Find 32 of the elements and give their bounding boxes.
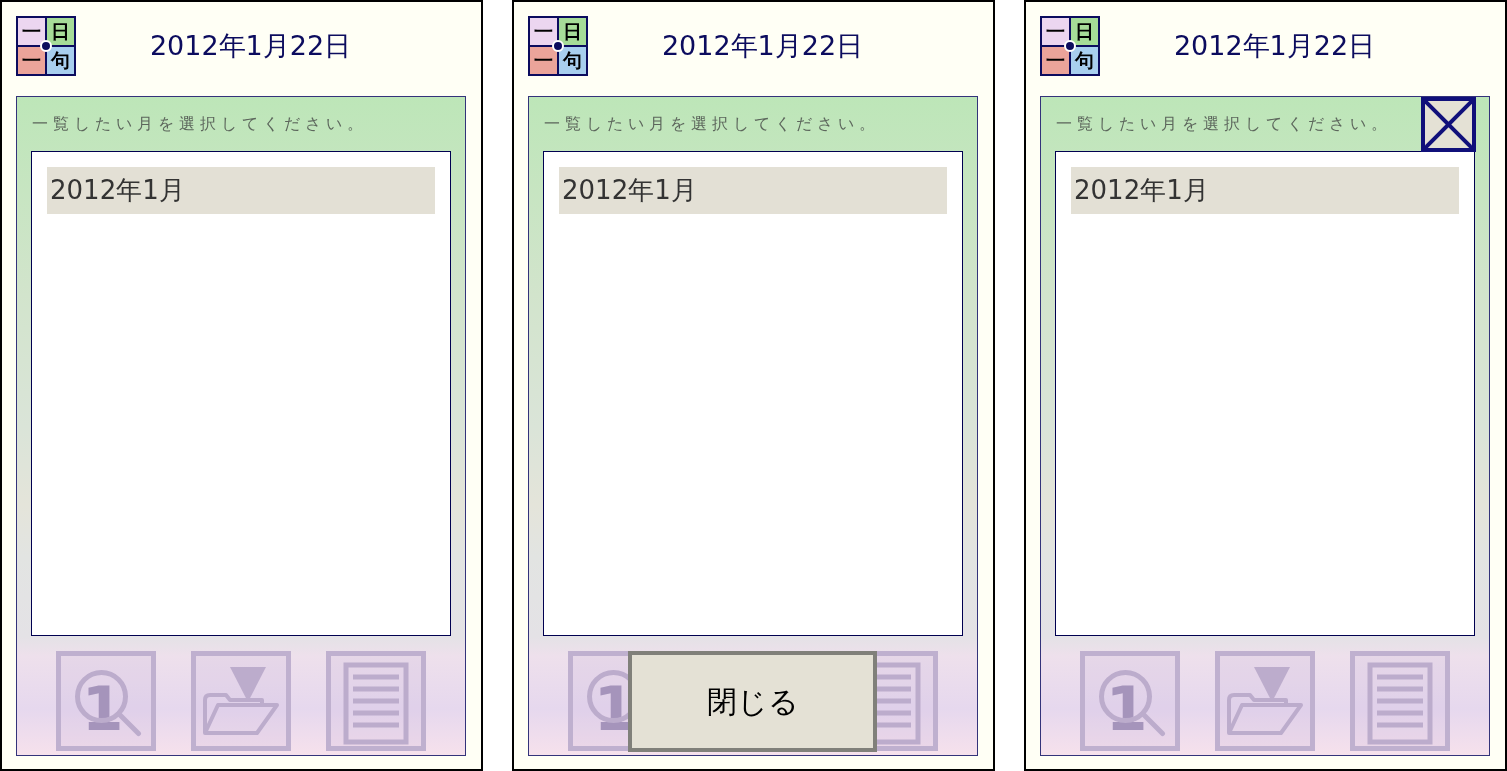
logo-character: 一 [1042, 47, 1069, 74]
logo-character: 一 [1042, 18, 1069, 45]
logo-character: 一 [18, 47, 45, 74]
folder-arrow-icon [203, 667, 280, 735]
month-list-item[interactable]: 2012年1月 [1071, 167, 1459, 214]
logo-character: 句 [559, 47, 586, 74]
folder-button[interactable] [191, 651, 291, 751]
logo-character: 日 [1071, 18, 1098, 45]
document-button[interactable] [326, 651, 426, 751]
close-button[interactable] [1421, 97, 1476, 152]
close-icon [1425, 101, 1472, 148]
instruction-text: 一覧したい月を選択してください。 [1056, 113, 1392, 135]
document-icon [1367, 662, 1433, 745]
date-title: 2012年1月22日 [149, 28, 352, 63]
instruction-text: 一覧したい月を選択してください。 [544, 113, 880, 135]
close-menu-item[interactable]: 閉じる [632, 655, 873, 748]
logo-character: 一 [530, 47, 557, 74]
logo-character: 一 [18, 18, 45, 45]
logo-character: 日 [559, 18, 586, 45]
logo-character: 一 [530, 18, 557, 45]
folder-button[interactable] [1215, 651, 1315, 751]
date-title: 2012年1月22日 [1173, 28, 1376, 63]
logo-character: 句 [1071, 47, 1098, 74]
logo-character: 日 [47, 18, 74, 45]
month-list-item[interactable]: 2012年1月 [47, 167, 435, 214]
logo-character: 句 [47, 47, 74, 74]
document-button[interactable] [1350, 651, 1450, 751]
folder-arrow-icon [1227, 667, 1304, 735]
date-title: 2012年1月22日 [661, 28, 864, 63]
month-list-item[interactable]: 2012年1月 [559, 167, 947, 214]
document-icon [343, 662, 409, 745]
instruction-text: 一覧したい月を選択してください。 [32, 113, 368, 135]
